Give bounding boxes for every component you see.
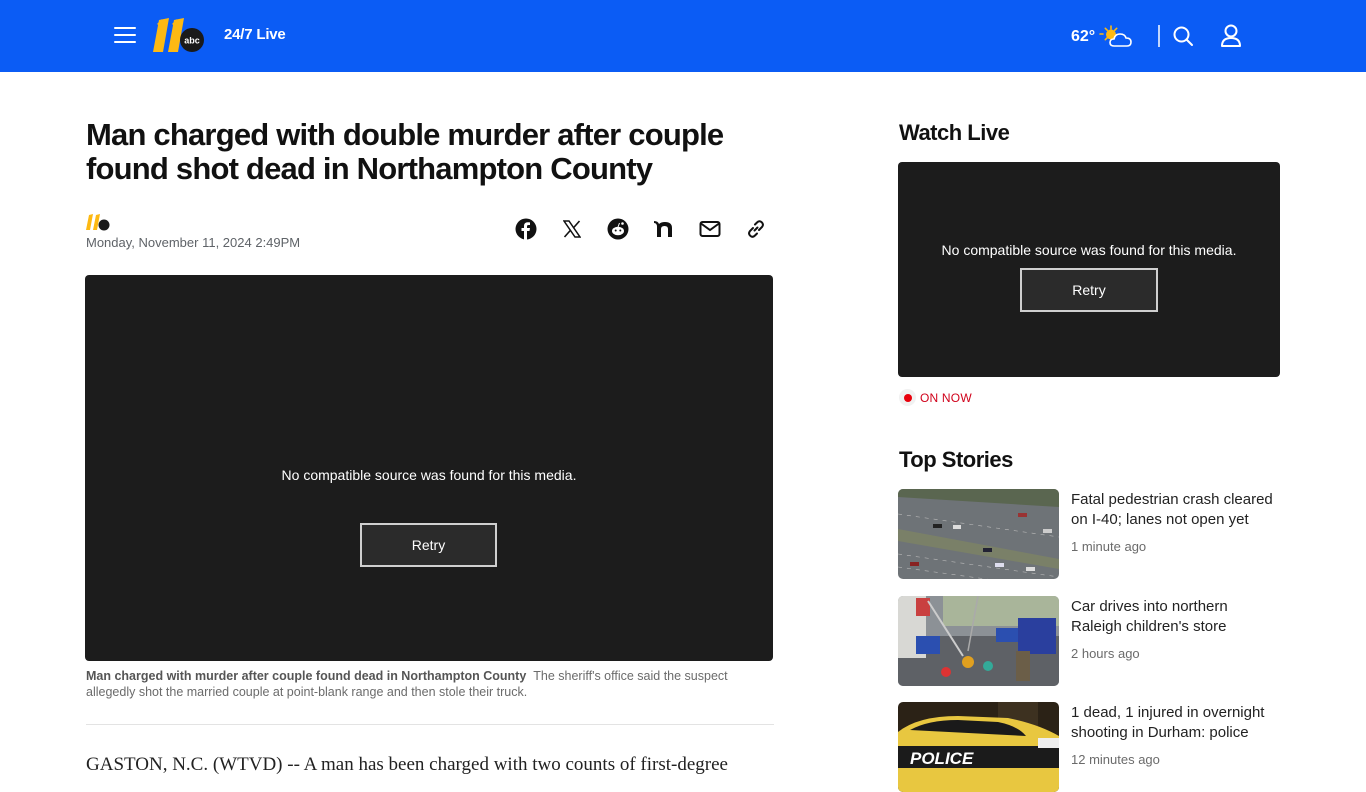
share-facebook-button[interactable] xyxy=(514,217,538,241)
user-icon[interactable] xyxy=(1220,24,1242,48)
weather-widget[interactable]: 62° xyxy=(1071,25,1137,49)
header-divider xyxy=(1158,25,1160,47)
abc11-logo[interactable]: abc xyxy=(153,15,205,55)
live-video-player[interactable]: No compatible source was found for this … xyxy=(898,162,1280,377)
story-thumbnail-highway[interactable] xyxy=(898,489,1059,579)
email-icon xyxy=(699,221,721,237)
hamburger-line xyxy=(114,41,136,43)
top-navigation-bar: abc 24/7 Live 62° xyxy=(0,0,1366,72)
temperature: 62° xyxy=(1071,28,1096,45)
reddit-icon xyxy=(607,218,629,240)
section-divider xyxy=(86,724,774,725)
story-time: 2 hours ago xyxy=(1071,646,1140,661)
on-now-label: ON NOW xyxy=(920,390,972,405)
link-icon xyxy=(748,220,764,238)
share-email-button[interactable] xyxy=(698,217,722,241)
article-video-player[interactable]: No compatible source was found for this … xyxy=(85,275,773,661)
story-thumbnail-police-car[interactable]: POLICE xyxy=(898,702,1059,792)
caption-title: Man charged with murder after couple fou… xyxy=(86,669,527,683)
svg-text:POLICE: POLICE xyxy=(910,749,974,768)
abc11-byline-logo xyxy=(86,214,110,231)
video-error-message: No compatible source was found for this … xyxy=(281,467,577,483)
live-video-error-message: No compatible source was found for this … xyxy=(941,242,1237,258)
facebook-icon xyxy=(515,218,537,240)
story-title[interactable]: Car drives into northern Raleigh childre… xyxy=(1071,597,1281,637)
live-video-retry-button[interactable]: Retry xyxy=(1020,268,1158,312)
story-thumbnail-store[interactable] xyxy=(898,596,1059,686)
share-nextdoor-button[interactable] xyxy=(652,217,676,241)
nextdoor-icon xyxy=(654,221,672,237)
story-title[interactable]: 1 dead, 1 injured in overnight shooting … xyxy=(1071,703,1281,743)
watch-live-heading: Watch Live xyxy=(899,120,1010,145)
share-bar xyxy=(514,217,768,241)
live-dot-icon xyxy=(899,389,916,406)
copy-link-button[interactable] xyxy=(744,217,768,241)
article-body-paragraph: GASTON, N.C. (WTVD) -- A man has been ch… xyxy=(86,754,728,775)
hamburger-line xyxy=(114,34,136,36)
top-stories-heading: Top Stories xyxy=(899,447,1013,472)
live-stream-link[interactable]: 24/7 Live xyxy=(224,26,286,43)
story-time: 1 minute ago xyxy=(1071,539,1147,554)
partly-sunny-icon xyxy=(1099,25,1133,47)
story-time: 12 minutes ago xyxy=(1071,752,1160,767)
search-icon[interactable] xyxy=(1172,25,1194,47)
article-headline: Man charged with double murder after cou… xyxy=(86,117,724,186)
top-story-item[interactable]: Fatal pedestrian crash cleared on I-40; … xyxy=(898,489,1280,579)
hamburger-menu-button[interactable] xyxy=(114,25,136,45)
on-now-indicator[interactable]: ON NOW xyxy=(899,389,972,406)
top-story-item[interactable]: POLICE 1 dead, 1 injured in overnight sh… xyxy=(898,702,1280,792)
x-icon xyxy=(563,220,581,238)
video-caption: Man charged with murder after couple fou… xyxy=(86,668,766,700)
publish-date: Monday, November 11, 2024 2:49PM xyxy=(86,235,301,250)
hamburger-line xyxy=(114,27,136,29)
top-story-item[interactable]: Car drives into northern Raleigh childre… xyxy=(898,596,1280,686)
svg-text:abc: abc xyxy=(184,36,200,46)
video-retry-button[interactable]: Retry xyxy=(360,523,497,567)
story-title[interactable]: Fatal pedestrian crash cleared on I-40; … xyxy=(1071,490,1281,530)
share-reddit-button[interactable] xyxy=(606,217,630,241)
share-x-button[interactable] xyxy=(560,217,584,241)
